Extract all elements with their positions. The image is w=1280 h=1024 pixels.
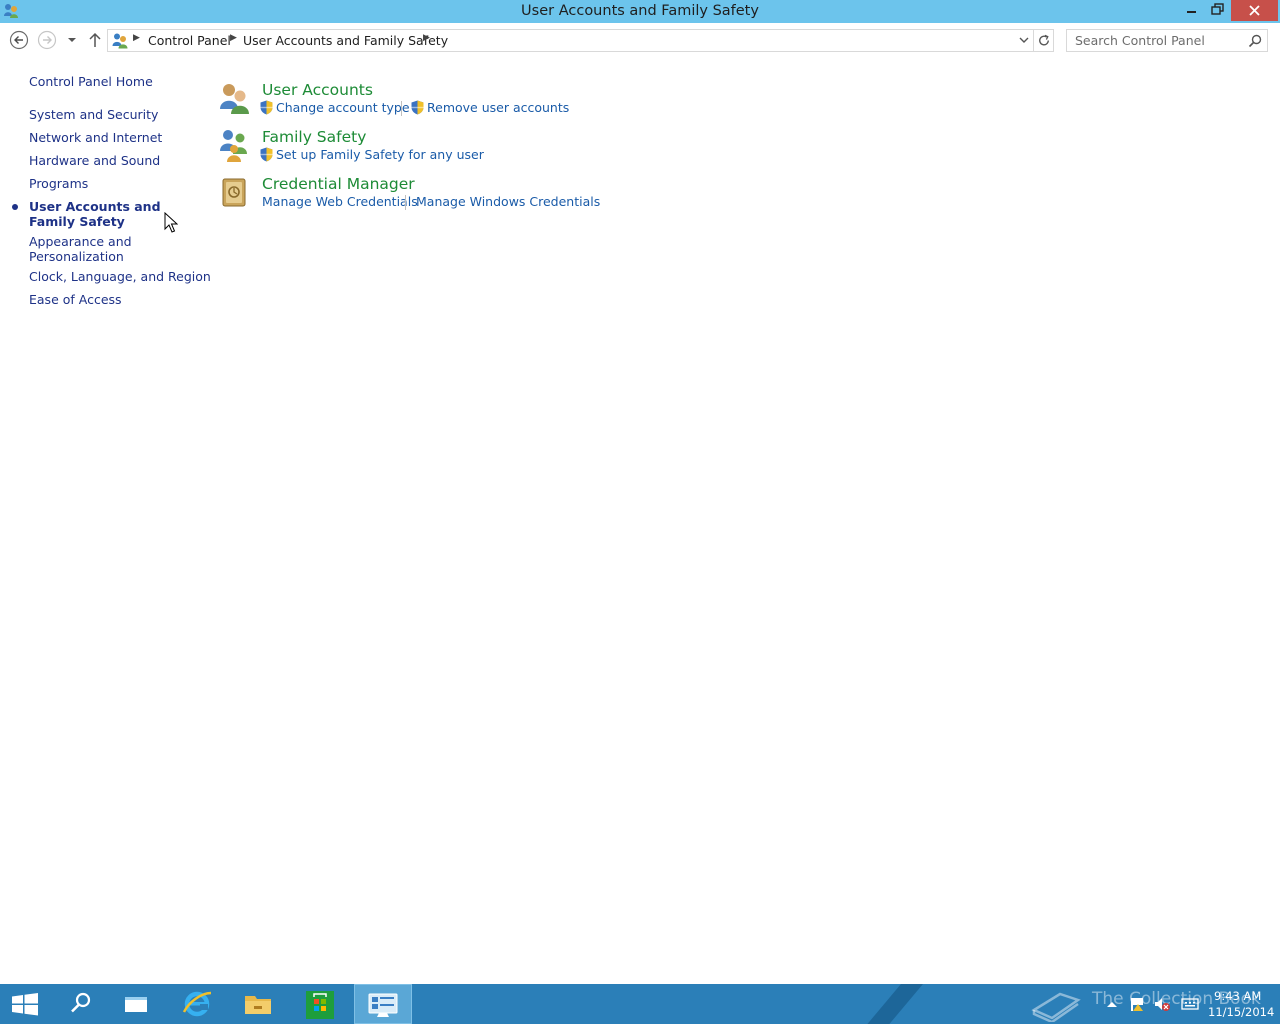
- credential-manager-heading-link[interactable]: Credential Manager: [262, 175, 415, 193]
- clock-date[interactable]: 11/15/2014: [1208, 1005, 1274, 1019]
- minimize-button[interactable]: [1178, 0, 1204, 21]
- nav-system-and-security[interactable]: System and Security: [29, 107, 158, 122]
- task-view-icon: [125, 997, 147, 1012]
- breadcrumb-chevron-icon[interactable]: ▶: [423, 33, 430, 43]
- manage-windows-credentials-link[interactable]: Manage Windows Credentials: [416, 194, 600, 209]
- uac-shield-icon: [260, 100, 273, 115]
- user-accounts-icon[interactable]: [218, 81, 252, 115]
- task-separator: [405, 195, 406, 210]
- action-center-flag-icon[interactable]: [1129, 996, 1147, 1012]
- keyboard-icon[interactable]: [1181, 996, 1199, 1012]
- file-explorer-icon: [245, 996, 271, 1014]
- change-account-type-link[interactable]: Change account type: [260, 100, 410, 115]
- nav-programs[interactable]: Programs: [29, 176, 88, 191]
- taskbar: The Collection Book 9:43 AM 11/15/2014: [0, 984, 1280, 1024]
- search-placeholder: Search Control Panel: [1075, 33, 1205, 48]
- search-input[interactable]: Search Control Panel: [1066, 29, 1268, 52]
- start-icon: [12, 993, 38, 1016]
- credential-manager-icon[interactable]: [218, 175, 252, 209]
- watermark-book-icon: [1031, 992, 1081, 1022]
- nav-ease-of-access[interactable]: Ease of Access: [29, 292, 122, 307]
- control-panel-icon: [368, 993, 398, 1017]
- control-panel-icon: [112, 33, 128, 49]
- nav-hardware-and-sound[interactable]: Hardware and Sound: [29, 153, 160, 168]
- user-accounts-heading-link[interactable]: User Accounts: [262, 81, 373, 99]
- task-view-button[interactable]: [108, 984, 164, 1024]
- restore-icon: [1211, 3, 1224, 15]
- nav-user-accounts-and-family-safety[interactable]: User Accounts and Family Safety: [29, 199, 179, 229]
- forward-button[interactable]: [37, 30, 57, 50]
- nav-appearance-and-personalization[interactable]: Appearance and Personalization: [29, 234, 139, 264]
- address-bar[interactable]: ▶ Control Panel ▶ User Accounts and Fami…: [107, 29, 1054, 52]
- control-panel-home-link[interactable]: Control Panel Home: [29, 74, 153, 89]
- remove-user-accounts-label: Remove user accounts: [427, 100, 570, 115]
- close-button[interactable]: [1231, 0, 1278, 21]
- family-safety-icon[interactable]: [218, 128, 252, 162]
- file-explorer-button[interactable]: [230, 984, 286, 1024]
- taskbar-decoration: [850, 984, 932, 1024]
- window-title: User Accounts and Family Safety: [521, 3, 759, 19]
- control-panel-taskbar-button[interactable]: [354, 984, 412, 1024]
- address-dropdown-chevron-icon[interactable]: [1014, 30, 1034, 51]
- breadcrumb-control-panel[interactable]: Control Panel: [148, 33, 231, 48]
- nav-clock-language-and-region[interactable]: Clock, Language, and Region: [29, 269, 211, 284]
- recent-locations-chevron-icon[interactable]: [66, 30, 78, 50]
- mouse-pointer-icon: [164, 212, 178, 233]
- refresh-icon[interactable]: [1033, 30, 1054, 51]
- breadcrumb-chevron-icon[interactable]: ▶: [133, 33, 140, 43]
- store-button[interactable]: [292, 984, 348, 1024]
- minimize-icon: [1187, 11, 1196, 13]
- volume-muted-icon[interactable]: [1153, 996, 1171, 1012]
- up-arrow-icon[interactable]: [85, 30, 105, 50]
- search-icon: [71, 992, 91, 1013]
- internet-explorer-icon: [182, 991, 212, 1017]
- remove-user-accounts-link[interactable]: Remove user accounts: [411, 100, 569, 115]
- search-icon[interactable]: [1247, 33, 1263, 49]
- navigation-bar: ▶ Control Panel ▶ User Accounts and Fami…: [0, 23, 1280, 59]
- breadcrumb-chevron-icon[interactable]: ▶: [230, 33, 237, 43]
- title-bar: User Accounts and Family Safety: [0, 0, 1280, 23]
- start-button[interactable]: [0, 984, 56, 1024]
- current-item-bullet-icon: [12, 204, 18, 210]
- internet-explorer-button[interactable]: [169, 984, 225, 1024]
- back-button[interactable]: [9, 30, 29, 50]
- family-safety-heading-link[interactable]: Family Safety: [262, 128, 366, 146]
- change-account-type-label: Change account type: [276, 100, 410, 115]
- store-icon: [306, 991, 334, 1019]
- close-icon: [1249, 5, 1260, 16]
- breadcrumb-user-accounts-and-family-safety[interactable]: User Accounts and Family Safety: [243, 33, 448, 48]
- uac-shield-icon: [260, 147, 273, 162]
- show-hidden-icons-chevron-icon[interactable]: [1103, 996, 1121, 1012]
- manage-web-credentials-link[interactable]: Manage Web Credentials: [262, 194, 418, 209]
- set-up-family-safety-link[interactable]: Set up Family Safety for any user: [260, 147, 484, 162]
- uac-shield-icon: [411, 100, 424, 115]
- task-separator: [401, 101, 402, 116]
- nav-network-and-internet[interactable]: Network and Internet: [29, 130, 162, 145]
- restore-button[interactable]: [1204, 0, 1231, 21]
- clock-time[interactable]: 9:43 AM: [1214, 989, 1261, 1003]
- taskbar-search-button[interactable]: [52, 984, 108, 1024]
- set-up-family-safety-label: Set up Family Safety for any user: [276, 147, 484, 162]
